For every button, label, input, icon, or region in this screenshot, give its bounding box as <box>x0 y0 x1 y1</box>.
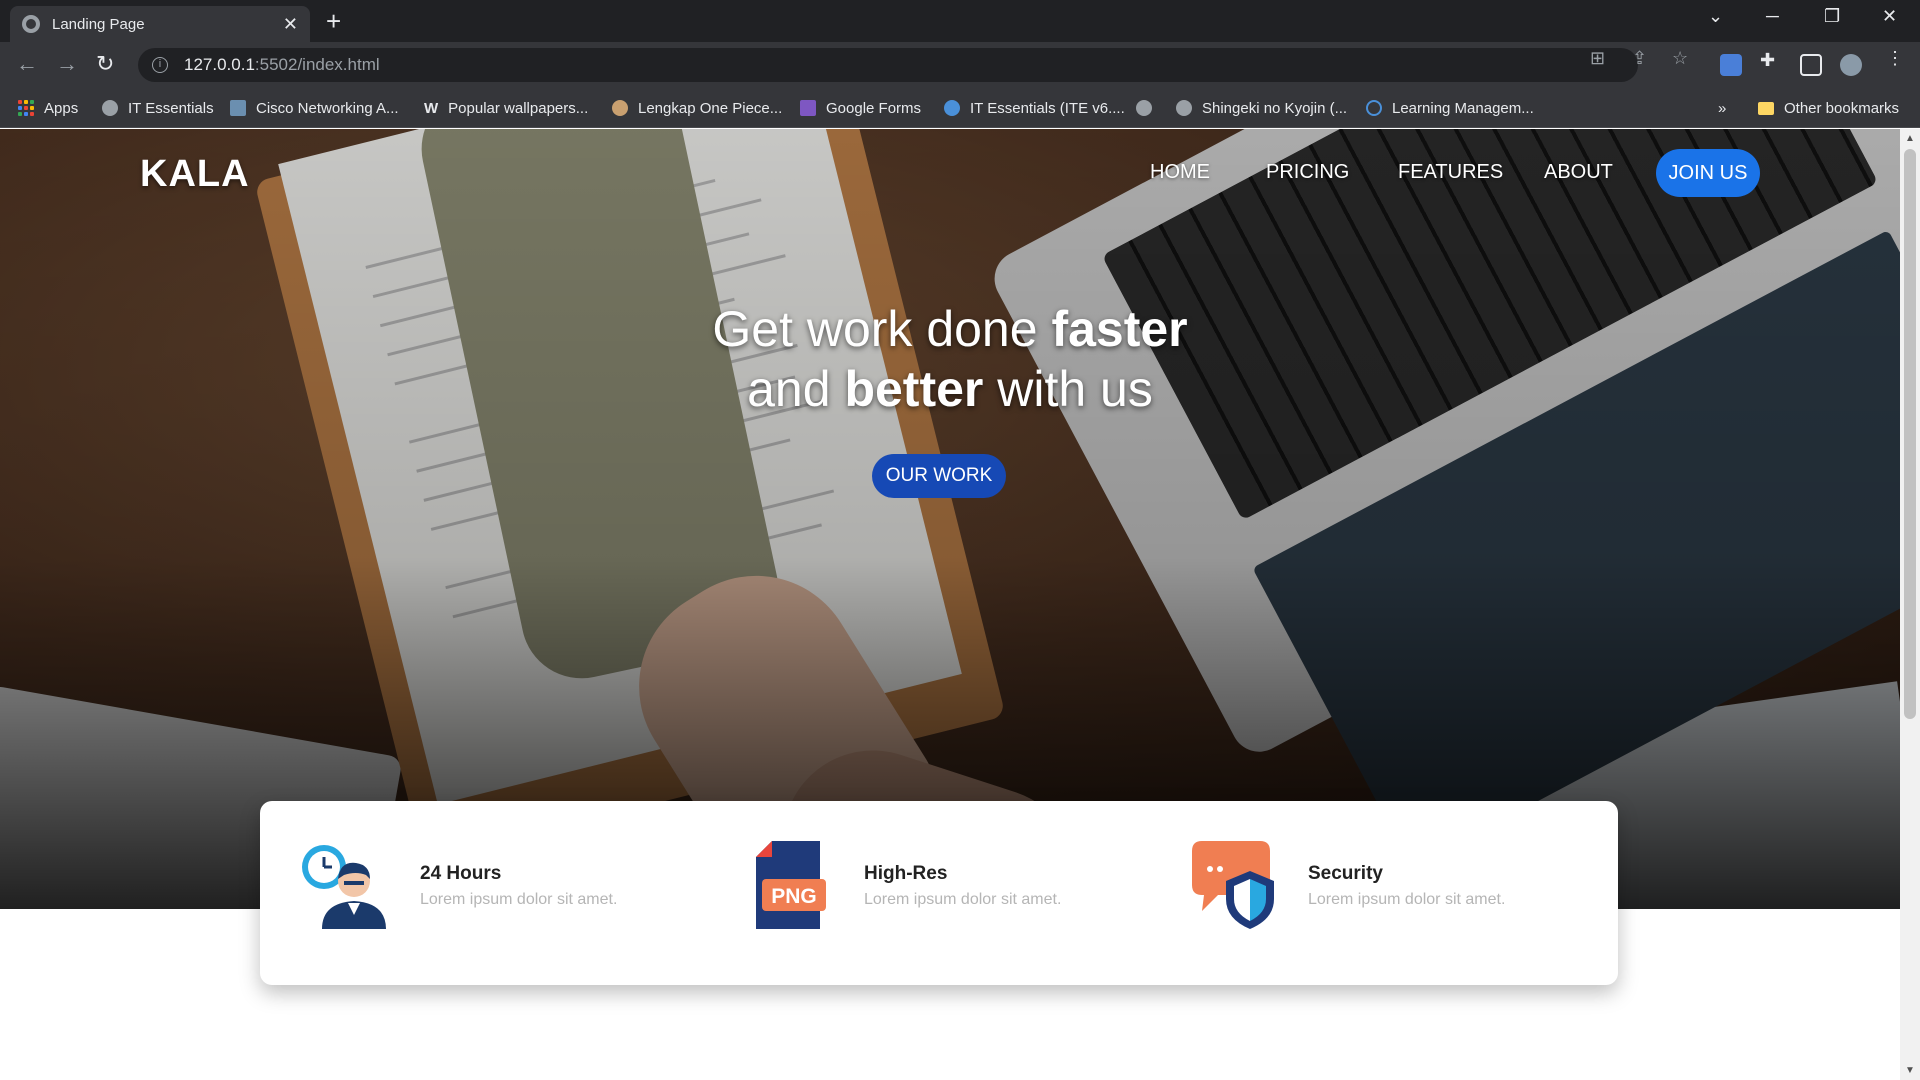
forward-icon[interactable]: → <box>56 51 78 77</box>
feature-title: High-Res <box>864 863 948 884</box>
bookmark-untitled[interactable] <box>1136 88 1162 128</box>
bookmark-apps[interactable]: Apps <box>18 88 78 128</box>
address-bar[interactable]: i 127.0.0.1:5502/index.html <box>138 48 1638 82</box>
png-file-icon: PNG <box>756 841 826 929</box>
folder-icon <box>1758 101 1774 115</box>
side-panel-icon[interactable] <box>1800 54 1822 76</box>
nav-home[interactable]: HOME <box>1150 161 1210 184</box>
globe-icon <box>1136 100 1152 116</box>
browser-toolbar: ← → ↻ i 127.0.0.1:5502/index.html ⊞ ⇪ ☆ … <box>0 42 1920 88</box>
close-tab-icon[interactable]: ✕ <box>283 14 298 35</box>
our-work-button[interactable]: OUR WORK <box>872 454 1006 498</box>
new-tab-button[interactable]: + <box>326 7 341 35</box>
page-scrollbar[interactable]: ▲ ▼ <box>1900 129 1920 1080</box>
tab-title: Landing Page <box>52 15 145 33</box>
page-viewport: KALA HOME PRICING FEATURES ABOUT JOIN US… <box>0 129 1900 1080</box>
join-us-button[interactable]: JOIN US <box>1656 149 1760 197</box>
headline-line-2: and better with us <box>747 361 1153 417</box>
close-window-icon[interactable]: ✕ <box>1882 6 1897 27</box>
menu-kebab-icon[interactable]: ⋮ <box>1886 48 1904 69</box>
nav-pricing[interactable]: PRICING <box>1266 161 1349 184</box>
headline-line-1: Get work done faster <box>712 301 1188 357</box>
extensions-puzzle-icon[interactable]: ✚ <box>1760 50 1775 71</box>
translate-icon[interactable]: ⊞ <box>1590 48 1605 69</box>
feature-title: 24 Hours <box>420 863 502 884</box>
profile-avatar[interactable] <box>1840 54 1862 76</box>
cisco-icon <box>230 100 246 116</box>
scrollbar-thumb[interactable] <box>1904 149 1916 719</box>
bookmark-shingeki-no-kyojin[interactable]: Shingeki no Kyojin (... <box>1176 88 1347 128</box>
scroll-up-arrow-icon[interactable]: ▲ <box>1905 133 1915 144</box>
svg-text:PNG: PNG <box>771 885 817 908</box>
scroll-down-arrow-icon[interactable]: ▼ <box>1905 1065 1915 1076</box>
other-bookmarks[interactable]: Other bookmarks <box>1758 88 1899 128</box>
forms-icon <box>800 100 816 116</box>
site-logo[interactable]: KALA <box>140 153 250 196</box>
doc-icon <box>944 100 960 116</box>
clock-person-icon <box>302 845 386 929</box>
share-icon[interactable]: ⇪ <box>1632 48 1647 69</box>
bookmark-star-icon[interactable]: ☆ <box>1672 48 1688 69</box>
globe-icon <box>22 15 40 33</box>
feature-description: Lorem ipsum dolor sit amet. <box>1308 891 1506 908</box>
minimize-icon[interactable]: ─ <box>1766 6 1779 27</box>
bookmark-cisco-networking[interactable]: Cisco Networking A... <box>230 88 399 128</box>
site-info-icon[interactable]: i <box>152 57 168 73</box>
ring-icon <box>1366 100 1382 116</box>
url-path: :5502/index.html <box>254 55 380 74</box>
tab-strip: Landing Page ✕ + ⌄ ─ ❐ ✕ <box>0 0 1920 42</box>
restore-icon[interactable]: ❐ <box>1824 6 1840 27</box>
bookmark-google-forms[interactable]: Google Forms <box>800 88 921 128</box>
reload-icon[interactable]: ↻ <box>96 51 114 77</box>
nav-about[interactable]: ABOUT <box>1544 161 1613 184</box>
tab-search-icon[interactable]: ⌄ <box>1708 6 1723 27</box>
globe-icon <box>1176 100 1192 116</box>
hero-overlay <box>0 129 1900 909</box>
back-icon[interactable]: ← <box>16 51 38 77</box>
feature-description: Lorem ipsum dolor sit amet. <box>420 891 618 908</box>
feature-high-res: PNG High-Res Lorem ipsum dolor sit amet. <box>744 841 1144 941</box>
feature-security: Security Lorem ipsum dolor sit amet. <box>1188 841 1588 941</box>
shield-chat-icon <box>1192 841 1274 929</box>
more-bookmarks-button[interactable]: » <box>1718 88 1726 128</box>
feature-description: Lorem ipsum dolor sit amet. <box>864 891 1062 908</box>
translate-extension-icon[interactable] <box>1720 54 1742 76</box>
bookmark-it-essentials-ite[interactable]: IT Essentials (ITE v6.... <box>944 88 1125 128</box>
url-host: 127.0.0.1 <box>184 55 255 74</box>
tab-landing-page[interactable]: Landing Page ✕ <box>10 6 310 42</box>
features-card: 24 Hours Lorem ipsum dolor sit amet. PNG… <box>260 801 1618 985</box>
feature-title: Security <box>1308 863 1383 884</box>
globe-icon <box>102 100 118 116</box>
bookmark-it-essentials[interactable]: IT Essentials <box>102 88 214 128</box>
nav-features[interactable]: FEATURES <box>1398 161 1503 184</box>
feature-24-hours: 24 Hours Lorem ipsum dolor sit amet. <box>300 841 700 941</box>
wikipedia-icon: W <box>424 99 439 117</box>
bookmark-popular-wallpapers[interactable]: W Popular wallpapers... <box>424 88 588 128</box>
hero-section: KALA HOME PRICING FEATURES ABOUT JOIN US… <box>0 129 1900 909</box>
bookmarks-bar: Apps IT Essentials Cisco Networking A...… <box>0 88 1920 128</box>
site-icon <box>612 100 628 116</box>
hero-headline: Get work done faster and better with us <box>0 299 1900 419</box>
apps-grid-icon <box>18 100 34 116</box>
bookmark-lengkap-one-piece[interactable]: Lengkap One Piece... <box>612 88 782 128</box>
bookmark-learning-management[interactable]: Learning Managem... <box>1366 88 1534 128</box>
